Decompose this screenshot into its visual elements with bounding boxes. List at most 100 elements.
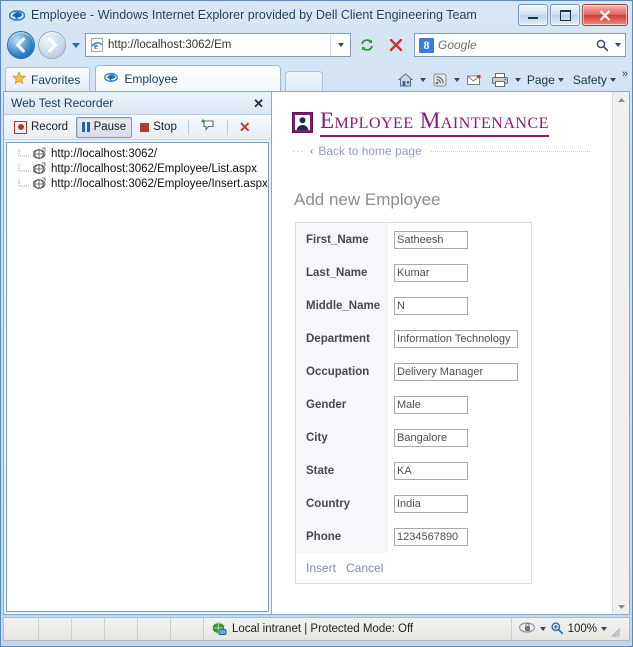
middle-name-input[interactable]: N bbox=[394, 296, 468, 315]
stop-icon bbox=[140, 122, 150, 132]
phone-input[interactable]: 1234567890 bbox=[394, 527, 468, 546]
forward-button[interactable] bbox=[38, 31, 66, 59]
status-segment bbox=[105, 618, 138, 640]
record-icon bbox=[14, 120, 27, 134]
search-input[interactable]: Google bbox=[438, 38, 592, 52]
tree-item-label: http://localhost:3062/ bbox=[51, 147, 158, 160]
city-input[interactable]: Bangalore bbox=[394, 428, 468, 447]
recorded-steps-tree[interactable]: http://localhost:3062/ http://localhost:… bbox=[6, 142, 269, 612]
section-heading: Add new Employee bbox=[294, 190, 441, 209]
scroll-down-button[interactable] bbox=[615, 601, 628, 612]
form-row: Occupation Delivery Manager bbox=[296, 355, 531, 388]
star-icon bbox=[12, 70, 26, 88]
browser-content: Employee Maintenance ··· ‹ Back to home … bbox=[271, 91, 630, 615]
clear-all-button[interactable]: ✕ bbox=[233, 117, 257, 138]
address-bar[interactable]: e http://localhost:3062/Em bbox=[85, 33, 351, 57]
globe-page-icon bbox=[32, 162, 47, 175]
overflow-button[interactable]: » bbox=[622, 68, 628, 80]
field-label: Phone bbox=[296, 520, 388, 553]
page-vertical-scrollbar[interactable] bbox=[612, 92, 629, 614]
privacy-icon[interactable] bbox=[518, 620, 536, 638]
scroll-up-button[interactable] bbox=[615, 94, 628, 105]
print-dropdown-button[interactable] bbox=[514, 78, 521, 82]
maximize-button[interactable] bbox=[550, 4, 580, 26]
globe-page-icon bbox=[32, 147, 47, 160]
occupation-input[interactable]: Delivery Manager bbox=[394, 362, 518, 381]
home-dropdown-button[interactable] bbox=[419, 78, 426, 82]
tree-item[interactable]: http://localhost:3062/Employee/Insert.as… bbox=[7, 176, 268, 191]
window-controls bbox=[518, 4, 628, 26]
toolbar-separator bbox=[226, 119, 228, 135]
privacy-dropdown-button[interactable] bbox=[539, 627, 546, 631]
status-segment bbox=[138, 618, 171, 640]
address-input[interactable]: http://localhost:3062/Em bbox=[108, 39, 330, 51]
gender-input[interactable]: Male bbox=[394, 395, 468, 414]
field-label: State bbox=[296, 454, 388, 487]
add-comment-button[interactable] bbox=[194, 117, 222, 138]
search-dropdown-button[interactable] bbox=[611, 34, 625, 56]
mail-button[interactable] bbox=[463, 73, 485, 87]
form-row: Phone 1234567890 bbox=[296, 520, 531, 553]
favorites-button[interactable]: Favorites bbox=[5, 67, 91, 91]
address-dropdown-button[interactable] bbox=[330, 34, 350, 56]
stop-button[interactable] bbox=[383, 33, 409, 57]
page-menu-button[interactable]: Page bbox=[524, 73, 567, 87]
stop-button[interactable]: Stop bbox=[134, 117, 183, 138]
feeds-button[interactable] bbox=[429, 72, 451, 88]
zoom-dropdown-button[interactable] bbox=[601, 627, 607, 631]
tree-connector-icon bbox=[15, 178, 33, 189]
close-button[interactable] bbox=[582, 4, 628, 26]
browser-window: e Employee - Windows Internet Explorer p… bbox=[0, 0, 633, 647]
navigation-bar: e http://localhost:3062/Em 8 Google bbox=[1, 29, 632, 61]
tree-item[interactable]: http://localhost:3062/ bbox=[7, 146, 268, 161]
country-input[interactable]: India bbox=[394, 494, 468, 513]
breadcrumb-rule bbox=[430, 150, 590, 152]
recent-pages-button[interactable] bbox=[69, 32, 82, 58]
main-area: Web Test Recorder ✕ Record Pause Stop ✕ … bbox=[1, 91, 632, 615]
state-input[interactable]: KA bbox=[394, 461, 468, 480]
record-label: Record bbox=[31, 121, 69, 133]
field-label: Middle_Name bbox=[296, 289, 388, 322]
chevron-left-icon: ‹ bbox=[310, 145, 314, 157]
zoom-icon[interactable] bbox=[550, 621, 564, 638]
recorder-title: Web Test Recorder bbox=[11, 96, 114, 110]
field-label: Department bbox=[296, 322, 388, 355]
resize-grip[interactable] bbox=[611, 628, 621, 638]
page-menu-label: Page bbox=[526, 73, 555, 87]
breadcrumb: ··· ‹ Back to home page bbox=[292, 144, 612, 158]
search-box[interactable]: 8 Google bbox=[414, 33, 626, 57]
person-icon bbox=[292, 112, 313, 133]
minimize-button[interactable] bbox=[518, 4, 548, 26]
tree-item[interactable]: http://localhost:3062/Employee/List.aspx bbox=[7, 161, 268, 176]
first-name-input[interactable]: Satheesh bbox=[394, 230, 468, 249]
tree-connector-icon bbox=[15, 148, 33, 159]
new-tab-button[interactable] bbox=[285, 71, 324, 91]
print-button[interactable] bbox=[488, 72, 512, 88]
recorder-title-bar: Web Test Recorder ✕ bbox=[4, 92, 271, 115]
tree-item-label: http://localhost:3062/Employee/List.aspx bbox=[51, 162, 257, 175]
pause-button[interactable]: Pause bbox=[76, 116, 133, 138]
svg-text:e: e bbox=[15, 11, 19, 21]
department-input[interactable]: Information Technology bbox=[394, 329, 518, 348]
safety-menu-button[interactable]: Safety bbox=[570, 73, 619, 87]
home-button[interactable] bbox=[394, 72, 417, 88]
tab-bar: Favorites e Employee Page Safety » bbox=[1, 61, 632, 91]
back-to-home-link[interactable]: Back to home page bbox=[318, 144, 421, 158]
recorder-close-button[interactable]: ✕ bbox=[250, 97, 267, 110]
form-row: State KA bbox=[296, 454, 531, 487]
form-row: Middle_Name N bbox=[296, 289, 531, 322]
security-zone[interactable]: Local intranet | Protected Mode: Off bbox=[204, 618, 512, 640]
zoom-level[interactable]: 100% bbox=[568, 623, 597, 635]
record-button[interactable]: Record bbox=[8, 117, 74, 138]
last-name-input[interactable]: Kumar bbox=[394, 263, 468, 282]
insert-link[interactable]: Insert bbox=[306, 561, 336, 575]
cancel-link[interactable]: Cancel bbox=[346, 561, 383, 575]
search-go-button[interactable] bbox=[592, 34, 611, 56]
feeds-dropdown-button[interactable] bbox=[453, 78, 460, 82]
form-row: Last_Name Kumar bbox=[296, 256, 531, 289]
field-label: Last_Name bbox=[296, 256, 388, 289]
field-label: First_Name bbox=[296, 223, 388, 256]
refresh-button[interactable] bbox=[354, 33, 380, 57]
tab-employee[interactable]: e Employee bbox=[95, 65, 282, 91]
back-button[interactable] bbox=[7, 31, 35, 59]
